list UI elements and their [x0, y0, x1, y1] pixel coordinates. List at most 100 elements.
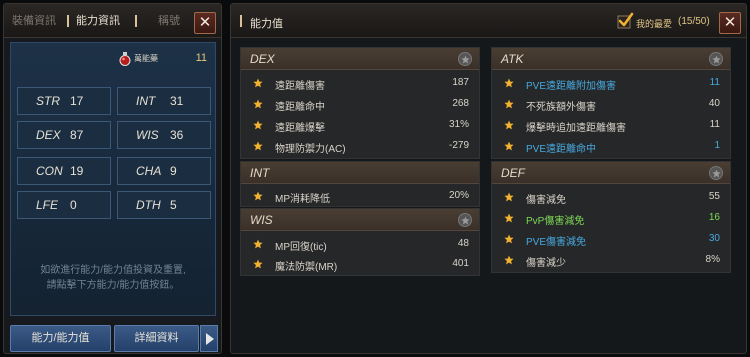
section-header: DEX: [241, 48, 479, 70]
stat-label: MP消耗降低: [275, 194, 330, 205]
stat-cha: CHA 9: [117, 157, 211, 185]
section-header: INT: [241, 162, 479, 184]
section-header: DEF: [492, 162, 730, 184]
favorites-checkbox-icon[interactable]: [616, 12, 634, 30]
star-icon: [253, 99, 263, 109]
stat-value: 16: [708, 212, 720, 223]
stat-label: PVE遠距離命中: [526, 144, 597, 155]
stat-value: 48: [457, 238, 469, 249]
section-title: ATK: [501, 52, 524, 66]
star-icon: [504, 99, 514, 109]
stat-label: PVE遠距離附加傷害: [526, 81, 617, 92]
stat-label: PvP傷害減免: [526, 216, 585, 227]
favorites-count: (15/50): [678, 16, 710, 27]
stat-int: INT 31: [117, 87, 211, 115]
stat-value: 11: [709, 77, 720, 88]
stat-value: 1: [714, 140, 720, 151]
stat-value: 9: [170, 164, 177, 178]
section-def: DEF 傷害減免 55 PvP傷害減免 16 PVE傷害減免 30 傷害減少 8…: [491, 161, 731, 273]
stat-label: 不死族額外傷害: [526, 102, 596, 113]
section-title: DEF: [501, 166, 525, 180]
close-button[interactable]: ✕: [194, 12, 216, 34]
stat-row: 不死族額外傷害 40: [492, 94, 730, 114]
section-title: DEX: [250, 52, 275, 66]
stat-row: MP消耗降低 20%: [241, 186, 479, 206]
stat-label: 傷害減免: [526, 195, 566, 206]
ability-button[interactable]: 能力/能力值: [10, 325, 111, 352]
stat-value: 20%: [448, 190, 469, 201]
stat-name: DEX: [36, 128, 61, 142]
favorite-star-icon[interactable]: [709, 52, 723, 66]
star-icon: [504, 141, 514, 151]
stat-value: 19: [70, 164, 84, 178]
detail-button[interactable]: 詳細資料: [114, 325, 199, 352]
stat-value: 0: [70, 198, 77, 212]
stat-value: 17: [70, 94, 84, 108]
favorites-label: 我的最愛: [636, 19, 673, 29]
star-icon: [253, 239, 263, 249]
hint-line: 請點擊下方能力/能力值按鈕。: [46, 280, 180, 291]
stat-values-panel: 能力值 我的最愛 (15/50) ✕ DEX 遠距離傷害 187 遠距離命中 2…: [230, 3, 747, 354]
tab-title[interactable]: 稱號: [158, 4, 180, 38]
star-icon: [504, 192, 514, 202]
favorite-star-icon[interactable]: [709, 166, 723, 180]
elixir-count: 11: [195, 52, 207, 64]
stat-label: 魔法防禦(MR): [275, 262, 338, 273]
stat-name: LFE: [36, 198, 59, 212]
stat-row: PVE遠距離命中 1: [492, 136, 730, 156]
panel-title: 能力值: [250, 18, 283, 30]
stat-label: 遠距離命中: [275, 102, 325, 113]
stat-row: 傷害減少 8%: [492, 250, 730, 270]
tab-equipment[interactable]: 裝備資訊: [12, 4, 56, 38]
star-icon: [504, 234, 514, 244]
stat-name: CHA: [136, 164, 162, 178]
stat-str: STR 17: [17, 87, 111, 115]
stat-value: 5: [170, 198, 177, 212]
stat-row: 遠距離爆擊 31%: [241, 115, 479, 135]
stat-value: 401: [452, 258, 469, 269]
stat-row: MP回復(tic) 48: [241, 234, 479, 254]
stat-value: 11: [709, 119, 720, 130]
section-title: WIS: [250, 213, 273, 227]
stat-row: 魔法防禦(MR) 401: [241, 254, 479, 274]
stat-name: DTH: [136, 198, 161, 212]
stat-row: 遠距離傷害 187: [241, 73, 479, 93]
close-button[interactable]: ✕: [719, 12, 741, 34]
stat-value: -279: [448, 140, 469, 151]
section-wis: WIS MP回復(tic) 48 魔法防禦(MR) 401: [240, 208, 480, 276]
stat-name: INT: [136, 94, 156, 108]
stat-name: STR: [36, 94, 60, 108]
stat-name: CON: [36, 164, 63, 178]
stat-row: 傷害減免 55: [492, 187, 730, 207]
elixir-row: 萬能藥 11: [11, 51, 215, 69]
stat-wis: WIS 36: [117, 121, 211, 149]
reset-hint: 如欲進行能力/能力值投資及重置, 請點擊下方能力/能力值按鈕。: [11, 263, 215, 293]
title-marker: [240, 15, 242, 27]
star-icon: [253, 259, 263, 269]
star-icon: [504, 213, 514, 223]
section-header: WIS: [241, 209, 479, 231]
section-atk: ATK PVE遠距離附加傷害 11 不死族額外傷害 40 爆擊時追加遠距離傷害 …: [491, 47, 731, 159]
star-icon: [253, 120, 263, 130]
stat-label: 物理防禦力(AC): [275, 144, 346, 155]
section-int: INT MP消耗降低 20%: [240, 161, 480, 207]
stat-row: PvP傷害減免 16: [492, 208, 730, 228]
stat-label: MP回復(tic): [275, 242, 327, 253]
stat-value: 31%: [448, 119, 469, 130]
panel-header: 能力值 我的最愛 (15/50) ✕: [231, 4, 746, 38]
stat-label: 遠距離傷害: [275, 81, 325, 92]
section-dex: DEX 遠距離傷害 187 遠距離命中 268 遠距離爆擊 31% 物理防禦力(…: [240, 47, 480, 159]
stat-value: 31: [170, 94, 184, 108]
stat-value: 36: [170, 128, 184, 142]
expand-arrow-button[interactable]: [200, 325, 218, 352]
stat-con: CON 19: [17, 157, 111, 185]
stat-row: 遠距離命中 268: [241, 94, 479, 114]
stat-label: 遠距離爆擊: [275, 123, 325, 134]
hint-line: 如欲進行能力/能力值投資及重置,: [40, 265, 186, 276]
favorite-star-icon[interactable]: [458, 213, 472, 227]
favorite-star-icon[interactable]: [458, 52, 472, 66]
elixir-label: 萬能藥: [134, 54, 158, 63]
character-info-panel: 裝備資訊 能力資訊 稱號 ✕ 萬能藥 11 STR 17 INT 31 DEX …: [3, 3, 222, 354]
stat-name: WIS: [136, 128, 159, 142]
tab-ability[interactable]: 能力資訊: [76, 4, 120, 38]
